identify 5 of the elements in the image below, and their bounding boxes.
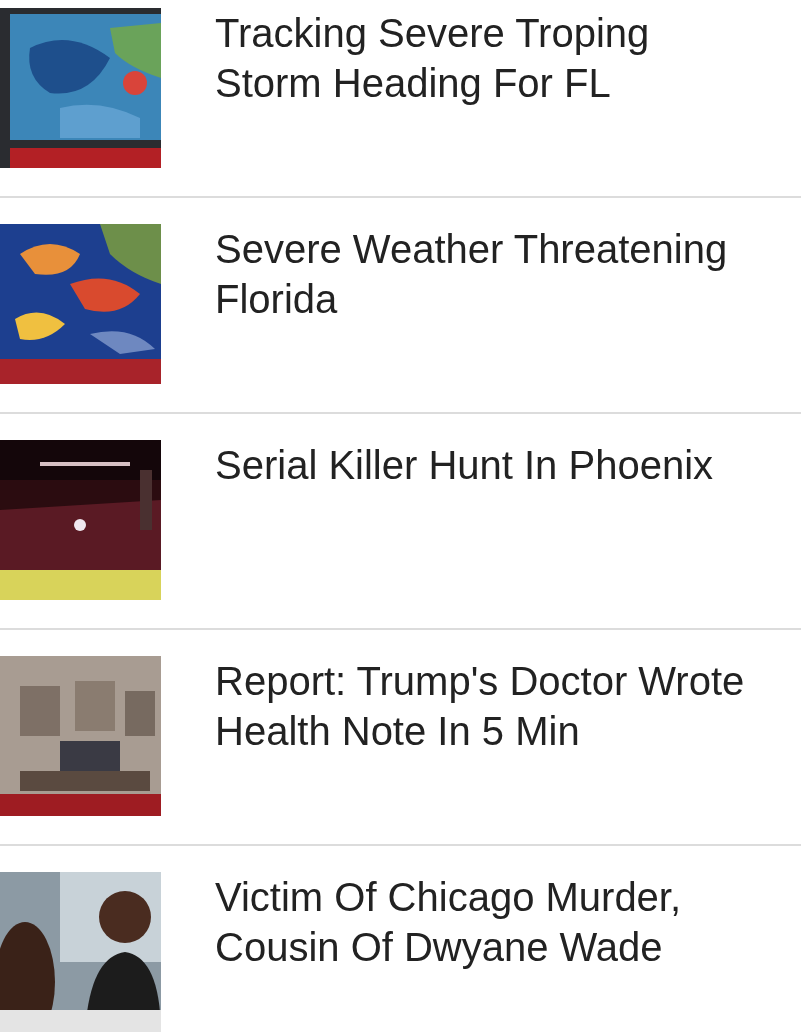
video-title[interactable]: Report: Trump's Doctor Wrote Health Note In 5 Min — [215, 656, 755, 756]
video-title[interactable]: Victim Of Chicago Murder, Cousin Of Dwyane Wade — [215, 872, 755, 972]
video-title[interactable]: Serial Killer Hunt In Phoenix — [215, 440, 755, 490]
video-title[interactable]: Severe Weather Threatening Florida — [215, 224, 755, 324]
video-title[interactable]: Tracking Severe Troping Storm Heading For FL — [215, 8, 755, 108]
